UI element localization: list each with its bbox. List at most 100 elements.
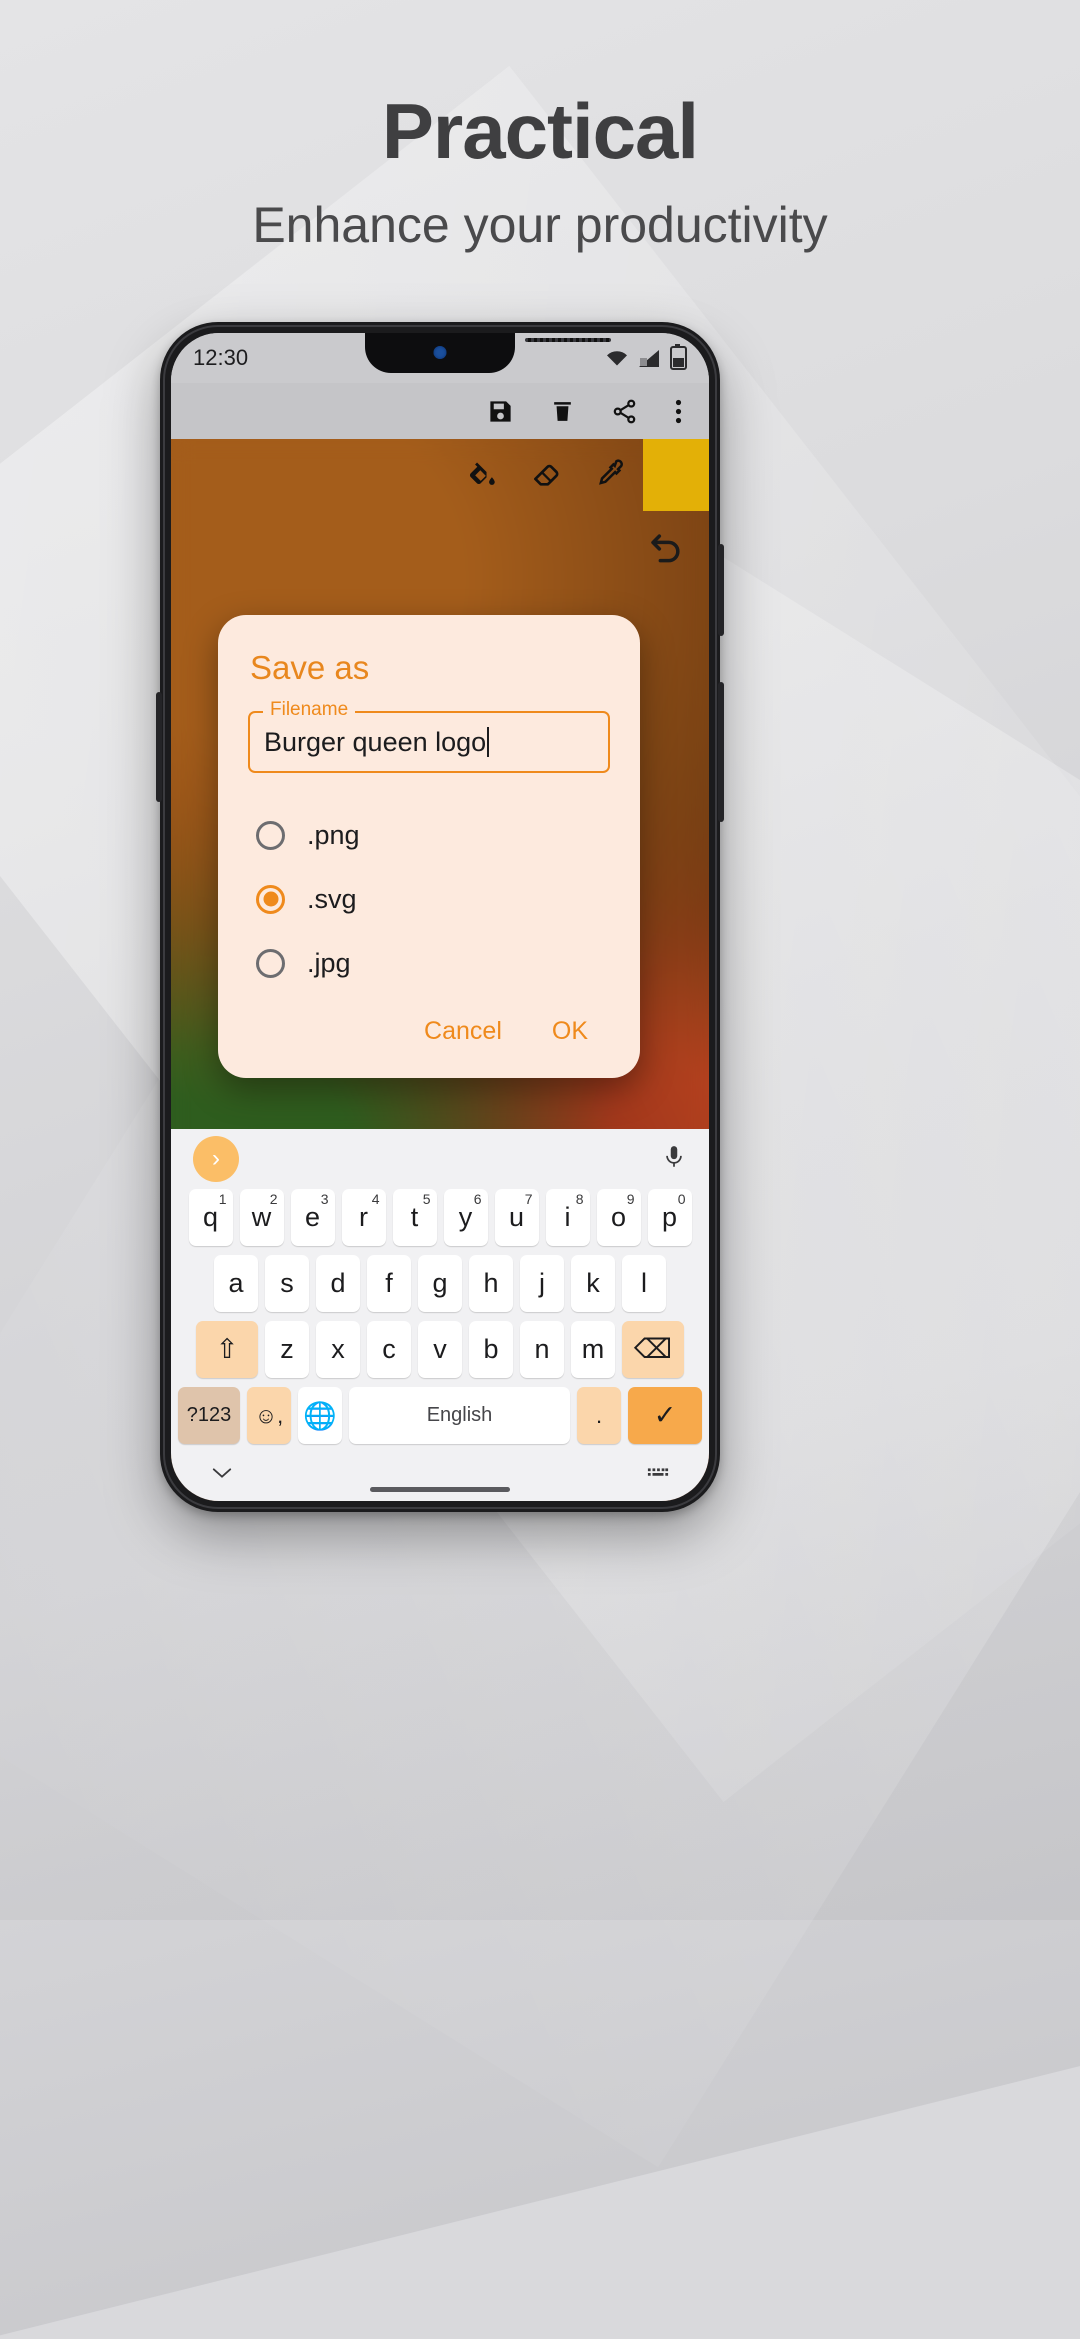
ok-button[interactable]: OK <box>536 1009 604 1054</box>
key-u[interactable]: 7u <box>494 1189 539 1246</box>
keyboard-row-4: ?123 ☺, 🌐 English. ✓ <box>171 1387 709 1444</box>
mic-icon[interactable] <box>661 1144 687 1175</box>
undo-icon[interactable] <box>647 529 687 574</box>
share-icon[interactable] <box>611 398 638 425</box>
key-o[interactable]: 9o <box>596 1189 641 1246</box>
key-t[interactable]: 5t <box>392 1189 437 1246</box>
key-g[interactable]: g <box>418 1255 462 1312</box>
key-label: ✓ <box>653 1400 677 1430</box>
key-m[interactable]: m <box>571 1321 615 1378</box>
format-option-svg[interactable]: .svg <box>256 867 610 931</box>
key-number-hint: 8 <box>575 1191 584 1207</box>
key-period[interactable]: . <box>577 1387 621 1444</box>
eraser-icon[interactable] <box>529 456 563 495</box>
key-label: u <box>508 1202 525 1232</box>
key-r[interactable]: 4r <box>341 1189 386 1246</box>
key-number-hint: 1 <box>218 1191 227 1207</box>
key-label: m <box>581 1334 605 1364</box>
key-j[interactable]: j <box>520 1255 564 1312</box>
format-label-jpg: .jpg <box>307 947 351 978</box>
format-option-png[interactable]: .png <box>256 803 610 867</box>
key-label: ⌫ <box>633 1334 673 1364</box>
key-language-globe[interactable]: 🌐 <box>298 1387 342 1444</box>
filename-field[interactable]: Filename Burger queen logo <box>248 699 610 773</box>
chevron-down-icon[interactable] <box>211 1466 233 1485</box>
key-number-hint: 9 <box>626 1191 635 1207</box>
key-label: a <box>228 1268 244 1298</box>
key-d[interactable]: d <box>316 1255 360 1312</box>
key-label: n <box>534 1334 550 1364</box>
key-s[interactable]: s <box>265 1255 309 1312</box>
power-button[interactable] <box>718 544 724 636</box>
key-l[interactable]: l <box>622 1255 666 1312</box>
key-y[interactable]: 6y <box>443 1189 488 1246</box>
key-z[interactable]: z <box>265 1321 309 1378</box>
key-backspace[interactable]: ⌫ <box>622 1321 684 1378</box>
filename-label: Filename <box>263 699 356 721</box>
drawing-tools-row <box>171 439 709 511</box>
delete-icon[interactable] <box>550 398 575 425</box>
eyedropper-icon[interactable] <box>593 457 625 494</box>
key-label: o <box>610 1202 627 1232</box>
key-c[interactable]: c <box>367 1321 411 1378</box>
save-icon[interactable] <box>487 398 514 425</box>
key-a[interactable]: a <box>214 1255 258 1312</box>
cancel-button[interactable]: Cancel <box>408 1009 518 1054</box>
key-shift[interactable]: ⇧ <box>196 1321 258 1378</box>
key-emoji[interactable]: ☺, <box>247 1387 291 1444</box>
keyboard-row-3: ⇧ z x c v b n m ⌫ <box>171 1321 709 1378</box>
key-label: b <box>483 1334 499 1364</box>
promo-headings: Practical Enhance your productivity <box>0 92 1080 250</box>
key-h[interactable]: h <box>469 1255 513 1312</box>
signal-icon <box>639 349 659 367</box>
suggestion-expand-button[interactable]: › <box>193 1136 239 1182</box>
camera-notch <box>365 333 515 373</box>
key-w[interactable]: 2w <box>239 1189 284 1246</box>
radio-png[interactable] <box>256 820 285 850</box>
keyboard-row-2: asdfg h j kl <box>171 1255 709 1312</box>
format-radio-group: .png .svg .jpg <box>256 803 610 995</box>
volume-button[interactable] <box>718 682 724 822</box>
radio-svg[interactable] <box>256 884 285 914</box>
phone-screen: 12:30 Save as Filename Burger queen logo… <box>171 333 709 1501</box>
keyboard-row-1: 1q2w3e4r5t6y7u8i9o0p <box>171 1189 709 1246</box>
text-caret <box>487 727 490 757</box>
filename-input[interactable]: Burger queen logo <box>264 727 486 758</box>
navigation-pill[interactable] <box>370 1487 510 1492</box>
app-toolbar <box>171 383 709 439</box>
key-p[interactable]: 0p <box>647 1189 692 1246</box>
key-number-hint: 7 <box>524 1191 533 1207</box>
key-e[interactable]: 3e <box>290 1189 335 1246</box>
key-label: g <box>432 1268 448 1298</box>
more-options-icon[interactable] <box>674 398 683 425</box>
color-swatch[interactable] <box>643 439 709 511</box>
key-b[interactable]: b <box>469 1321 513 1378</box>
key-x[interactable]: x <box>316 1321 360 1378</box>
key-space[interactable]: English <box>349 1387 570 1444</box>
key-label: k <box>586 1268 600 1298</box>
key-k[interactable]: k <box>571 1255 615 1312</box>
left-side-button[interactable] <box>156 692 162 802</box>
key-label: p <box>661 1202 678 1232</box>
key-symbols[interactable]: ?123 <box>178 1387 240 1444</box>
key-enter[interactable]: ✓ <box>628 1387 702 1444</box>
format-option-jpg[interactable]: .jpg <box>256 931 610 995</box>
key-f[interactable]: f <box>367 1255 411 1312</box>
key-number-hint: 5 <box>422 1191 431 1207</box>
radio-jpg[interactable] <box>256 948 285 978</box>
key-label: h <box>483 1268 499 1298</box>
key-label: x <box>331 1334 345 1364</box>
key-v[interactable]: v <box>418 1321 462 1378</box>
keyboard-icon[interactable] <box>647 1466 669 1485</box>
key-label: j <box>539 1268 545 1298</box>
key-label: v <box>433 1334 447 1364</box>
key-label: ?123 <box>186 1404 232 1426</box>
battery-icon <box>670 344 687 370</box>
key-number-hint: 2 <box>269 1191 278 1207</box>
key-label: q <box>202 1202 219 1232</box>
paint-bucket-icon[interactable] <box>465 456 499 495</box>
key-i[interactable]: 8i <box>545 1189 590 1246</box>
key-q[interactable]: 1q <box>188 1189 233 1246</box>
key-n[interactable]: n <box>520 1321 564 1378</box>
key-label: e <box>304 1202 321 1232</box>
